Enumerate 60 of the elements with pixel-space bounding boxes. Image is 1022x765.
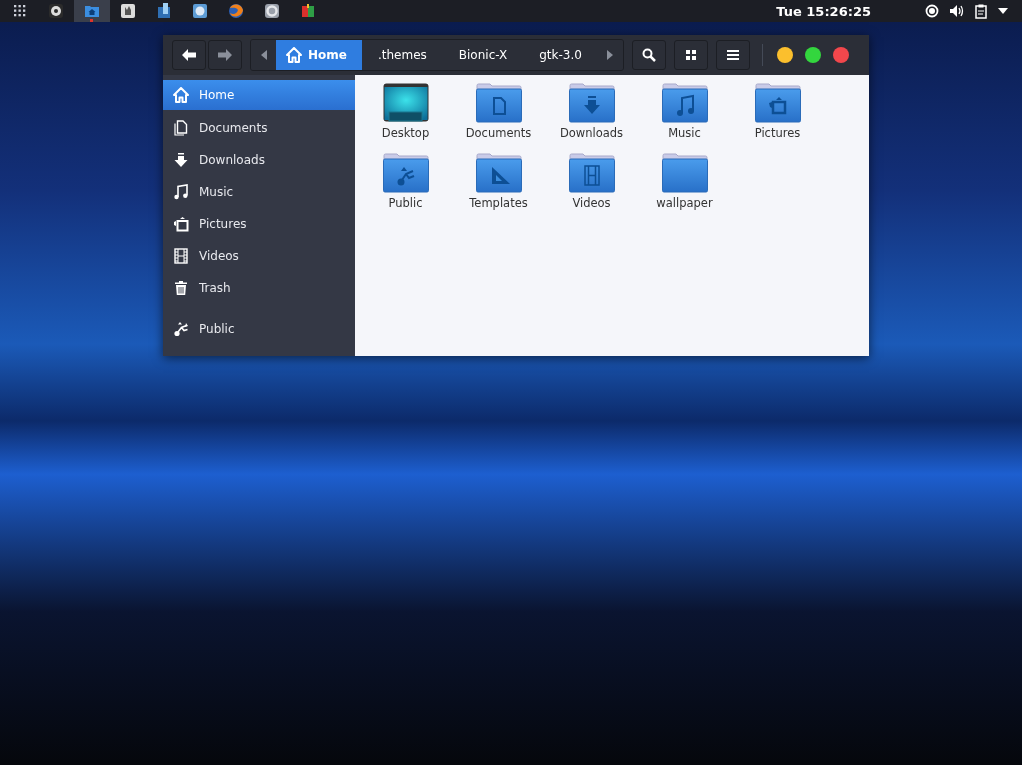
film-icon: [173, 248, 189, 264]
sidebar-item[interactable]: Public: [163, 313, 355, 345]
menu-icon: [726, 50, 739, 60]
sidebar-item[interactable]: Documents: [163, 112, 355, 144]
menu-button[interactable]: [715, 40, 750, 70]
file-item[interactable]: Templates: [452, 153, 545, 223]
right-triangle-icon: [607, 50, 614, 60]
maximize-button[interactable]: [804, 47, 821, 63]
file-item[interactable]: wallpaper: [638, 153, 731, 223]
file-item[interactable]: Desktop: [359, 83, 452, 153]
file-item[interactable]: Pictures: [731, 83, 824, 153]
box-app-icon: [299, 2, 317, 20]
folder-icon: [475, 83, 522, 123]
running-indicator: [90, 19, 93, 22]
grid-view-button[interactable]: [673, 40, 708, 70]
volume-icon[interactable]: [949, 4, 965, 18]
sidebar-item[interactable]: Downloads: [163, 144, 355, 176]
clipboard-icon[interactable]: [975, 3, 988, 19]
back-button[interactable]: [172, 40, 206, 70]
close-button[interactable]: [832, 47, 849, 63]
left-arrow-icon: [182, 49, 196, 61]
sidebar-item[interactable]: Trash: [163, 272, 355, 304]
folder-icon: [754, 83, 801, 123]
dropdown-caret-icon[interactable]: [998, 8, 1008, 14]
disc-app-icon: [47, 2, 65, 20]
forward-button[interactable]: [208, 40, 242, 70]
file-item[interactable]: Public: [359, 153, 452, 223]
desktop-icon: [382, 83, 429, 123]
right-arrow-icon: [218, 49, 232, 61]
path-button[interactable]: Home: [276, 40, 362, 70]
globe-app-icon: [227, 2, 245, 20]
home-icon: [173, 87, 189, 103]
file-item[interactable]: Music: [638, 83, 731, 153]
home-icon: [286, 47, 302, 63]
sidebar-item[interactable]: Pictures: [163, 208, 355, 240]
folder-icon: [568, 83, 615, 123]
share-icon: [173, 321, 189, 337]
folder-icon: [568, 153, 615, 193]
left-triangle-icon: [260, 50, 267, 60]
record-icon[interactable]: [925, 4, 939, 18]
grid-icon: [685, 50, 696, 60]
sidebar-item[interactable]: Music: [163, 176, 355, 208]
file-item[interactable]: Downloads: [545, 83, 638, 153]
download-icon: [173, 152, 189, 168]
folder-icon: [475, 153, 522, 193]
sidebar-item[interactable]: Home: [163, 80, 355, 110]
clock[interactable]: Tue 15:26:25: [776, 3, 871, 19]
search-button[interactable]: [631, 40, 666, 70]
minimize-button[interactable]: [776, 47, 793, 63]
folder-icon: [661, 153, 708, 193]
folder-icon: [661, 83, 708, 123]
trash-icon: [173, 280, 189, 296]
music-note-icon: [173, 184, 189, 200]
sidebar-item[interactable]: Videos: [163, 240, 355, 272]
document-icon: [173, 120, 189, 136]
search-icon: [641, 48, 656, 62]
file-item[interactable]: Documents: [452, 83, 545, 153]
picture-frame-icon: [173, 216, 189, 232]
folder-icon: [382, 153, 429, 193]
file-item[interactable]: Videos: [545, 153, 638, 223]
